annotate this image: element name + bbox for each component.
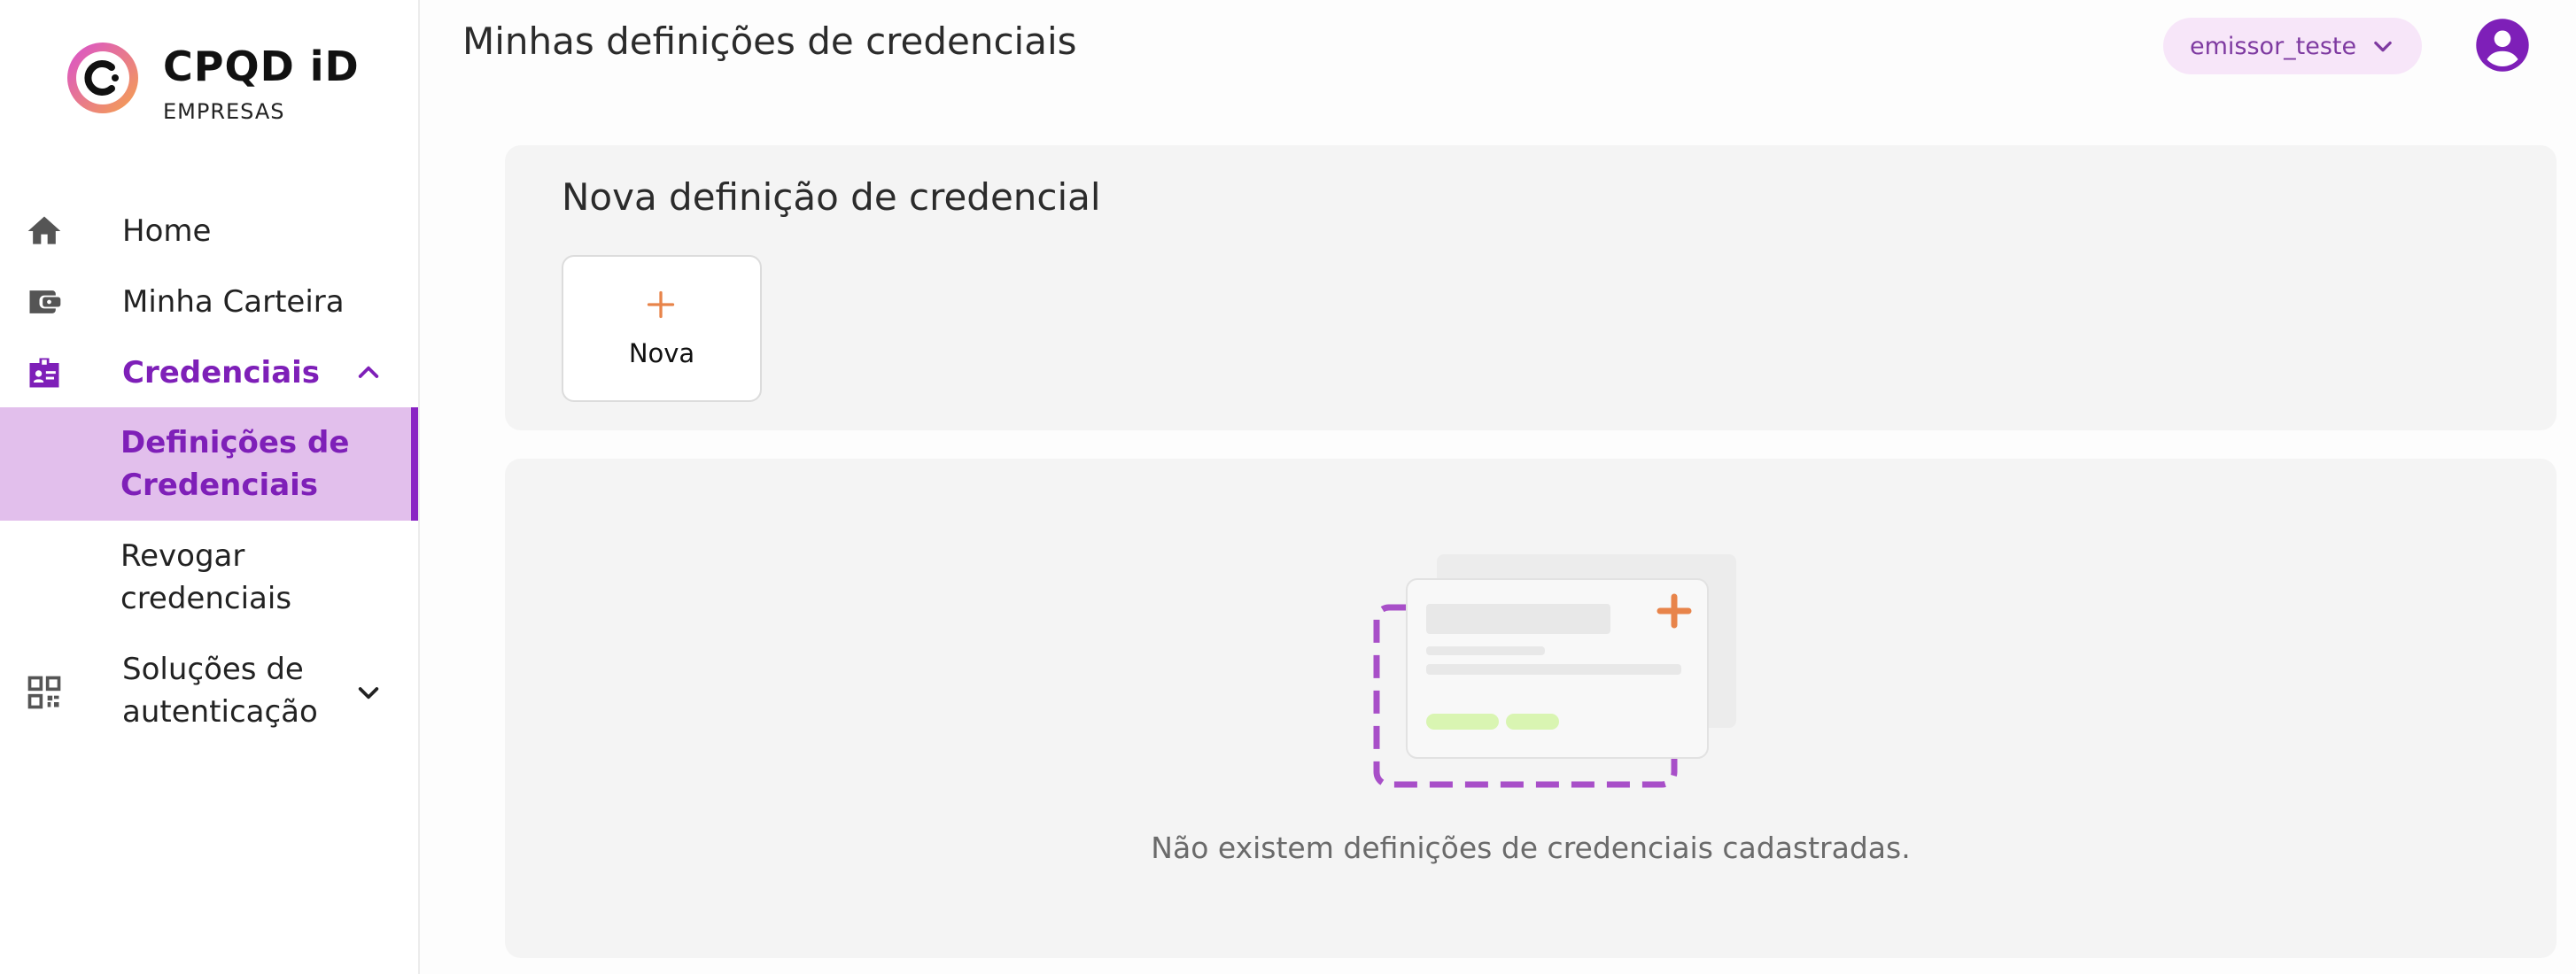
brand-subtitle: EMPRESAS xyxy=(163,99,285,124)
brand-logo[interactable]: CPQD iD EMPRESAS xyxy=(66,41,360,124)
wallet-icon xyxy=(29,290,61,313)
qr-code-icon xyxy=(27,676,61,709)
sidebar-item-home[interactable]: Home xyxy=(0,209,418,253)
new-definition-panel: Nova definição de credencial Nova xyxy=(505,145,2557,430)
sidebar-item-autenticacao[interactable]: Soluções de autenticação xyxy=(0,645,418,742)
user-select-dropdown[interactable]: emissor_teste xyxy=(2163,18,2422,74)
plus-icon xyxy=(647,290,675,319)
user-select-value: emissor_teste xyxy=(2190,32,2357,60)
sidebar: CPQD iD EMPRESAS Home Minha Carteira Cre… xyxy=(0,0,420,974)
chevron-down-icon xyxy=(2374,41,2392,52)
sidebar-subitem-revogar[interactable]: Revogar credenciais xyxy=(0,521,418,627)
page-title: Minhas definições de credenciais xyxy=(462,19,1077,63)
sidebar-item-label: Home xyxy=(122,213,212,249)
account-circle-icon[interactable] xyxy=(2475,18,2530,73)
sidebar-item-label: Soluções de autenticação xyxy=(122,652,318,730)
sidebar-item-label: Minha Carteira xyxy=(122,284,345,320)
sidebar-subitem-label: Revogar credenciais xyxy=(120,538,292,616)
sidebar-item-wallet[interactable]: Minha Carteira xyxy=(0,280,418,324)
cpqd-logo-icon xyxy=(67,43,138,113)
new-definition-button[interactable]: Nova xyxy=(562,255,762,402)
chevron-down-icon[interactable] xyxy=(354,678,383,707)
empty-state-illustration xyxy=(1373,554,1736,788)
empty-state-message: Não existem definições de credenciais ca… xyxy=(1151,831,1911,865)
sidebar-item-label: Credenciais xyxy=(122,355,321,390)
badge-icon xyxy=(29,358,59,388)
sidebar-item-credenciais[interactable]: Credenciais xyxy=(0,351,418,395)
new-definition-label: Nova xyxy=(628,338,695,368)
sidebar-subitem-label: Definições de Credenciais xyxy=(120,425,350,503)
section-title: Nova definição de credencial xyxy=(562,175,1101,219)
chevron-up-icon[interactable] xyxy=(354,359,383,387)
home-icon xyxy=(27,216,61,244)
definitions-list-panel: Não existem definições de credenciais ca… xyxy=(505,459,2557,958)
brand-name: CPQD iD xyxy=(163,43,360,90)
sidebar-subitem-definicoes[interactable]: Definições de Credenciais xyxy=(0,407,418,521)
